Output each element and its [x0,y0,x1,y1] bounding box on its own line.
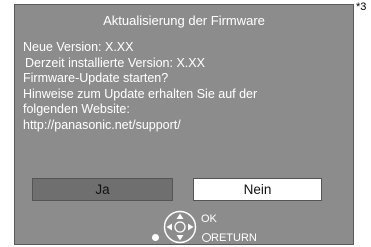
support-url: http://panasonic.net/support/ [23,117,181,132]
dialog-message: Neue Version: X.XX Derzeit installierte … [23,40,349,133]
return-icon [202,233,211,242]
return-label: RETURN [211,232,257,244]
hint-line-1: Hinweise zum Update erhalten Sie auf der [23,86,258,101]
yes-button[interactable]: Ja [32,178,173,201]
no-button[interactable]: Nein [193,178,322,201]
dialog-title: Aktualisierung der Firmware [103,13,265,28]
installed-version-line: Derzeit installierte Version: X.XX [25,55,205,70]
firmware-update-dialog: Aktualisierung der Firmware Neue Version… [14,4,354,245]
hint-line-2: folgenden Website: [23,102,130,116]
start-update-question: Firmware-Update starten? [23,71,169,85]
footnote-marker: *3 [356,1,367,13]
ok-label: OK [201,213,217,225]
new-version-line: Neue Version: X.XX [23,40,134,54]
dpad-icon [163,210,197,244]
remote-hint: OK RETURN [149,210,269,244]
